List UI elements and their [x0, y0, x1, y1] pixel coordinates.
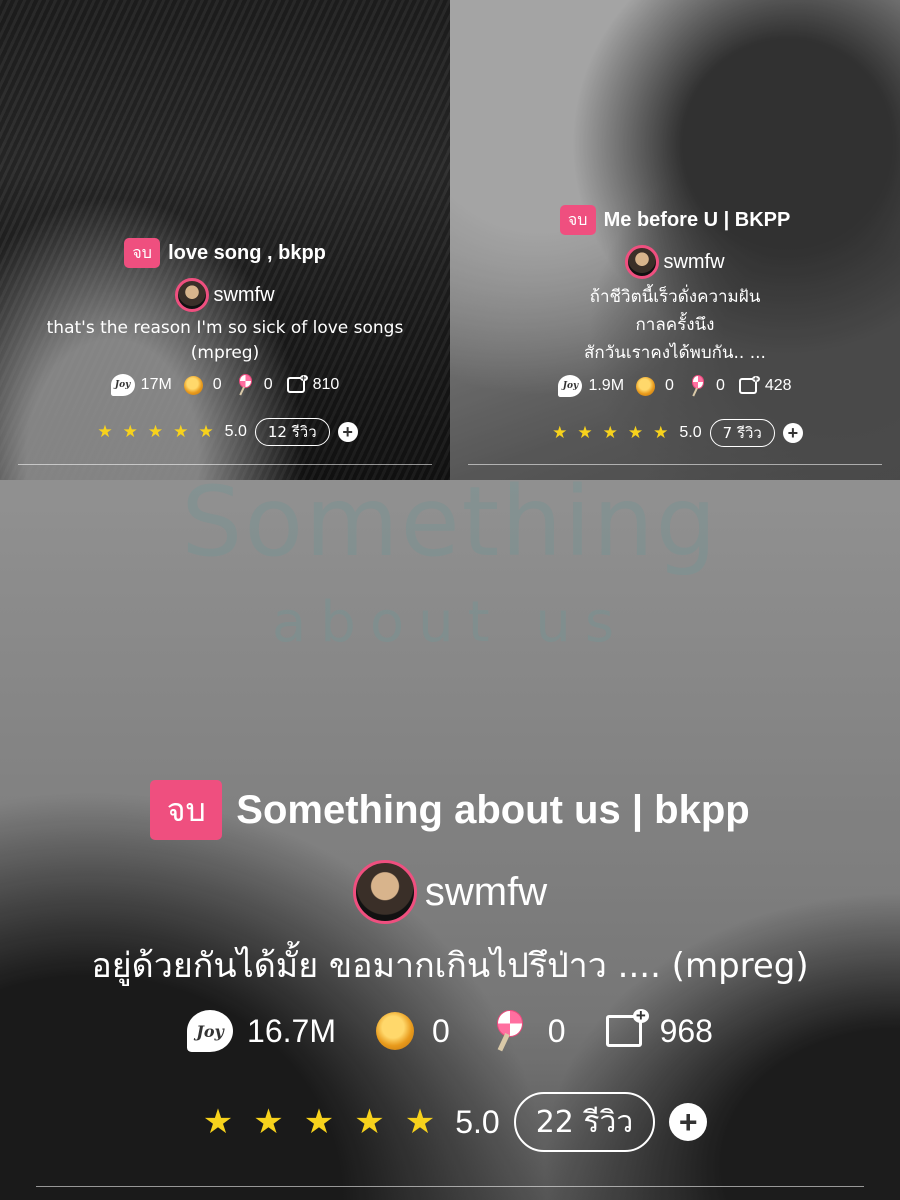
- story-card-me-before-u[interactable]: จบ Me before U | BKPP swmfw ถ้าชีวิตนี้เ…: [450, 0, 900, 480]
- rating-value: 5.0: [679, 424, 702, 441]
- chapter-count: 968: [659, 1012, 713, 1049]
- joy-count: 1.9M: [588, 377, 625, 394]
- coin-icon: [636, 376, 656, 396]
- star-icon: ★: [202, 1103, 234, 1141]
- status-badge: จบ: [150, 780, 223, 840]
- chapter-add-icon: +: [738, 374, 760, 394]
- chapter-stat: + 968: [566, 1006, 713, 1050]
- candy-count: 0: [715, 377, 725, 394]
- candy-count: 0: [263, 376, 273, 393]
- star-icon: ★: [253, 1103, 284, 1141]
- story-description: ถ้าชีวิตนี้เร็วดั่งความฝัน กาลครั้งนึง ส…: [450, 283, 900, 367]
- reviews-button[interactable]: 22 รีวิว: [513, 1092, 656, 1152]
- story-info: จบ love song , bkpp swmfw that's the rea…: [0, 238, 450, 446]
- star-icon: ★: [97, 422, 113, 441]
- description-line: ถ้าชีวิตนี้เร็วดั่งความฝัน: [589, 287, 761, 307]
- coin-stat: 0: [624, 376, 674, 396]
- candy-count: 0: [547, 1012, 566, 1049]
- title-row[interactable]: จบ Me before U | BKPP: [450, 205, 900, 235]
- candy-stat: 0: [674, 375, 725, 397]
- star-icon: ★: [404, 1103, 436, 1141]
- stats-row: Joy 17M 0 0 + 810: [0, 373, 450, 396]
- star-icon: ★: [198, 422, 214, 441]
- story-card-something-about-us[interactable]: Something about us จบ Something about us…: [0, 480, 900, 1200]
- candy-stat: 0: [222, 374, 273, 396]
- author-name[interactable]: swmfw: [425, 870, 547, 915]
- joy-icon: Joy: [110, 374, 135, 396]
- avatar[interactable]: [175, 278, 210, 312]
- avatar[interactable]: [625, 245, 660, 279]
- coin-count: 0: [665, 377, 674, 394]
- status-badge: จบ: [559, 205, 596, 235]
- reviews-button[interactable]: 12 รีวิว: [254, 418, 330, 446]
- story-description: อยู่ด้วยกันได้มั้ย ขอมากเกินไปรึป่าว ...…: [91, 946, 809, 986]
- coin-icon: [375, 1012, 414, 1050]
- joy-stat: Joy 17M: [110, 374, 172, 396]
- star-icon: ★: [303, 1103, 335, 1141]
- joy-stat: Joy 1.9M: [558, 375, 624, 397]
- star-icon: ★: [552, 423, 568, 442]
- plus-circle-icon[interactable]: +: [782, 423, 803, 443]
- chapter-stat: + 428: [725, 374, 792, 395]
- title-row[interactable]: จบ love song , bkpp: [0, 238, 450, 268]
- author-name[interactable]: swmfw: [663, 251, 724, 274]
- star-icon: ★: [122, 422, 138, 441]
- description-line: กาลครั้งนึง: [635, 315, 715, 335]
- coin-count: 0: [212, 376, 222, 393]
- candy-icon: [236, 374, 256, 396]
- story-info: จบ Something about us | bkpp swmfw อยู่ด…: [0, 780, 900, 1152]
- joy-icon: Joy: [187, 1010, 234, 1052]
- author-row[interactable]: swmfw: [450, 245, 900, 279]
- coin-stat: 0: [172, 375, 222, 395]
- chapter-count: 810: [312, 376, 340, 393]
- joy-count: 17M: [140, 376, 172, 393]
- reviews-button[interactable]: 7 รีวิว: [709, 419, 775, 447]
- chapter-add-icon: +: [286, 373, 308, 393]
- story-info: จบ Me before U | BKPP swmfw ถ้าชีวิตนี้เ…: [450, 205, 900, 447]
- star-icon: ★: [354, 1103, 385, 1141]
- avatar[interactable]: [352, 860, 417, 924]
- candy-icon: [490, 1010, 530, 1052]
- coin-stat: 0: [336, 1012, 450, 1050]
- joy-count: 16.7M: [247, 1012, 336, 1049]
- divider: [36, 1186, 864, 1187]
- star-icon: ★: [627, 423, 644, 442]
- star-icon: ★: [653, 423, 669, 442]
- plus-circle-icon[interactable]: +: [669, 1103, 708, 1141]
- rating-value: 5.0: [455, 1103, 500, 1140]
- stats-row: Joy 16.7M 0 0 + 968: [0, 1006, 900, 1052]
- story-title[interactable]: Something about us | bkpp: [236, 788, 749, 833]
- divider: [468, 464, 882, 465]
- coin-icon: [183, 375, 203, 395]
- star-icon: ★: [173, 422, 189, 441]
- stats-row: Joy 1.9M 0 0 + 428: [450, 374, 900, 397]
- description-line: สักวันเราคงได้พบกัน.. ...: [584, 343, 766, 363]
- title-row[interactable]: จบ Something about us | bkpp: [0, 780, 900, 840]
- story-title[interactable]: love song , bkpp: [168, 242, 326, 265]
- joy-icon: Joy: [558, 375, 583, 397]
- story-card-love-song[interactable]: จบ love song , bkpp swmfw that's the rea…: [0, 0, 450, 480]
- chapter-add-icon: +: [605, 1006, 650, 1047]
- rating-row: ★ ★ ★ ★ ★ 5.0 12 รีวิว +: [0, 418, 450, 446]
- candy-stat: 0: [450, 1010, 566, 1052]
- star-icon: ★: [602, 423, 618, 442]
- author-row[interactable]: swmfw: [0, 860, 900, 924]
- story-title[interactable]: Me before U | BKPP: [604, 209, 791, 232]
- rating-row: ★ ★ ★ ★ ★ 5.0 7 รีวิว +: [450, 419, 900, 447]
- chapter-count: 428: [764, 377, 792, 394]
- joy-stat: Joy 16.7M: [187, 1010, 336, 1052]
- star-icon: ★: [147, 422, 164, 441]
- author-name[interactable]: swmfw: [213, 284, 274, 307]
- rating-row: ★ ★ ★ ★ ★ 5.0 22 รีวิว +: [0, 1092, 900, 1152]
- author-row[interactable]: swmfw: [0, 278, 450, 312]
- story-description: that's the reason I'm so sick of love so…: [46, 318, 404, 363]
- chapter-stat: + 810: [273, 373, 340, 394]
- plus-circle-icon[interactable]: +: [337, 422, 358, 442]
- coin-count: 0: [431, 1012, 450, 1049]
- rating-value: 5.0: [224, 423, 247, 440]
- star-icon: ★: [577, 423, 593, 442]
- status-badge: จบ: [124, 238, 161, 268]
- divider: [18, 464, 432, 465]
- candy-icon: [688, 375, 708, 397]
